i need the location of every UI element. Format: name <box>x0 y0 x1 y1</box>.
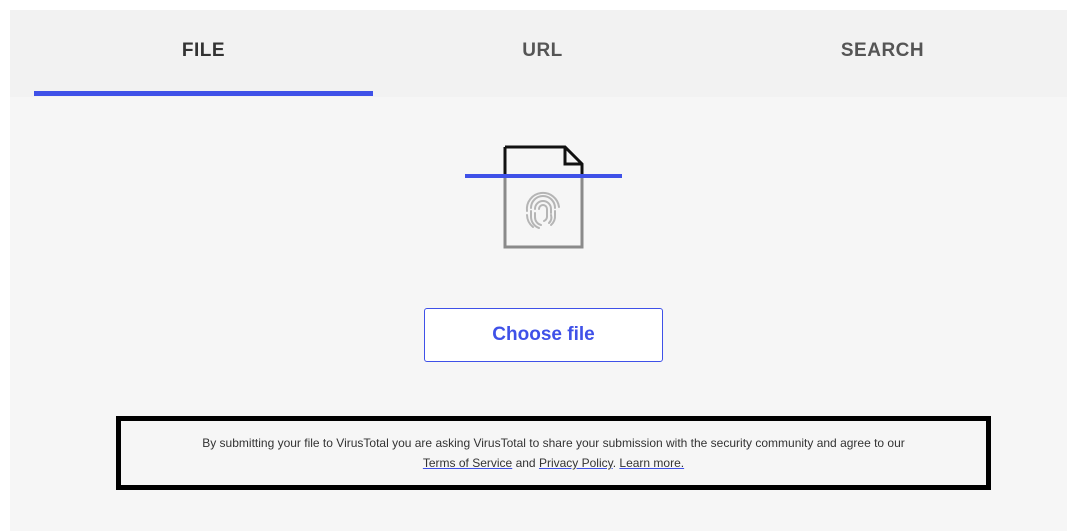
choose-file-button[interactable]: Choose file <box>424 308 663 362</box>
upload-panel: FILE URL SEARCH Choose file By submittin… <box>10 10 1067 531</box>
privacy-policy-link[interactable]: Privacy Policy <box>539 456 613 470</box>
active-tab-indicator <box>34 91 373 96</box>
submission-notice: By submitting your file to VirusTotal yo… <box>116 416 991 490</box>
fingerprint-file-icon <box>465 145 622 249</box>
tab-url[interactable]: URL <box>373 10 712 97</box>
notice-text: By submitting your file to VirusTotal yo… <box>202 436 905 450</box>
notice-links-line: Terms of Service and Privacy Policy. Lea… <box>423 453 684 473</box>
learn-more-link[interactable]: Learn more. <box>619 456 684 470</box>
tab-file[interactable]: FILE <box>34 10 373 97</box>
terms-of-service-link[interactable]: Terms of Service <box>423 456 512 470</box>
tab-search[interactable]: SEARCH <box>713 10 1052 97</box>
and-text: and <box>512 456 539 470</box>
tab-bar: FILE URL SEARCH <box>10 10 1067 97</box>
